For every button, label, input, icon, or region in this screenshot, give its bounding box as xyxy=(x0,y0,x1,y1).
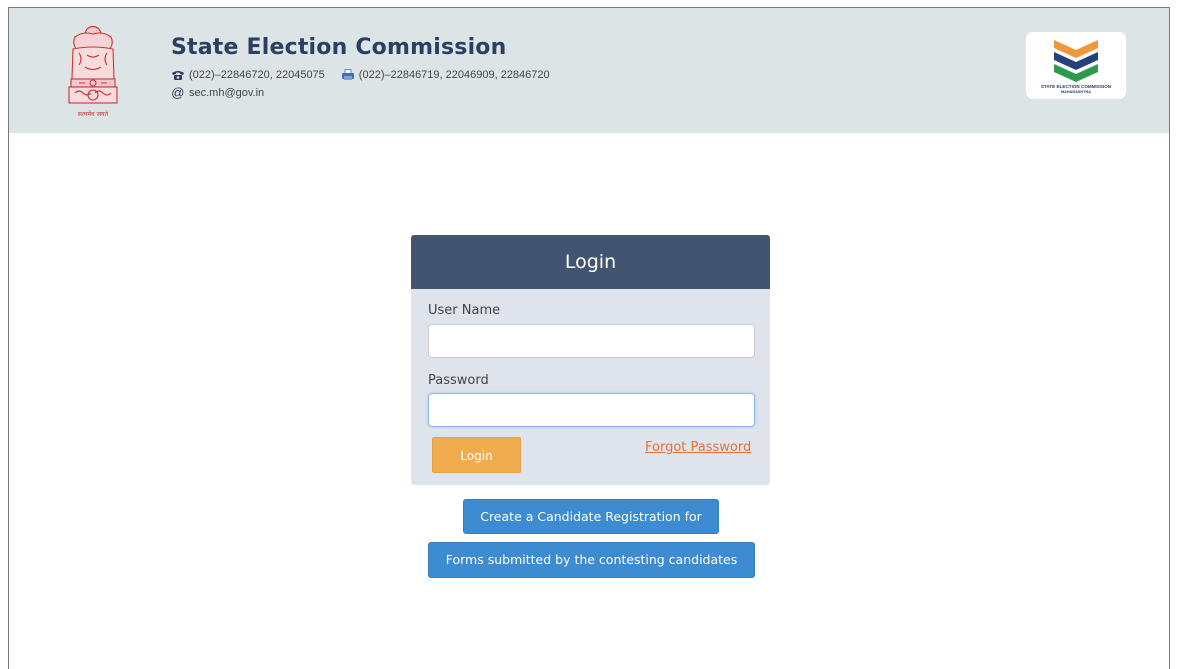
site-header: सत्यमेव जयते State Election Commission (… xyxy=(9,8,1169,133)
page-frame: सत्यमेव जयते State Election Commission (… xyxy=(8,7,1170,669)
sec-maharashtra-logo: STATE ELECTION COMMISSION MAHARASHTRA xyxy=(1026,32,1126,99)
username-label: User Name xyxy=(428,303,501,318)
contact-phone-row: (022)–22846720, 22045075 (022)–22846719,… xyxy=(171,69,550,81)
tricolor-chevron-icon xyxy=(1054,40,1098,82)
create-candidate-registration-button[interactable]: Create a Candidate Registration for xyxy=(463,499,719,534)
at-icon: @ xyxy=(171,85,185,100)
forms-submitted-button[interactable]: Forms submitted by the contesting candid… xyxy=(428,542,755,578)
phone-number: (022)–22846720, 22045075 xyxy=(189,69,325,81)
login-panel: Login User Name Password Login Forgot Pa… xyxy=(411,235,770,485)
login-button[interactable]: Login xyxy=(432,437,521,473)
fax-icon xyxy=(341,69,354,80)
username-input[interactable] xyxy=(428,324,755,358)
forgot-password-link[interactable]: Forgot Password xyxy=(645,440,751,455)
emblem-caption: सत्यमेव जयते xyxy=(78,110,109,118)
password-label: Password xyxy=(428,373,489,388)
email-address: sec.mh@gov.in xyxy=(189,87,265,99)
login-heading: Login xyxy=(411,235,770,289)
fax-number: (022)–22846719, 22046909, 22846720 xyxy=(358,69,550,81)
contact-email-row: @ sec.mh@gov.in xyxy=(171,85,265,100)
page-title: State Election Commission xyxy=(171,35,507,60)
national-emblem-icon: सत्यमेव जयते xyxy=(68,25,118,118)
logo-text-line1: STATE ELECTION COMMISSION xyxy=(1040,84,1112,89)
password-input[interactable] xyxy=(428,393,755,427)
telephone-icon xyxy=(172,71,184,80)
logo-text-line2: MAHARASHTRA xyxy=(1061,90,1091,94)
